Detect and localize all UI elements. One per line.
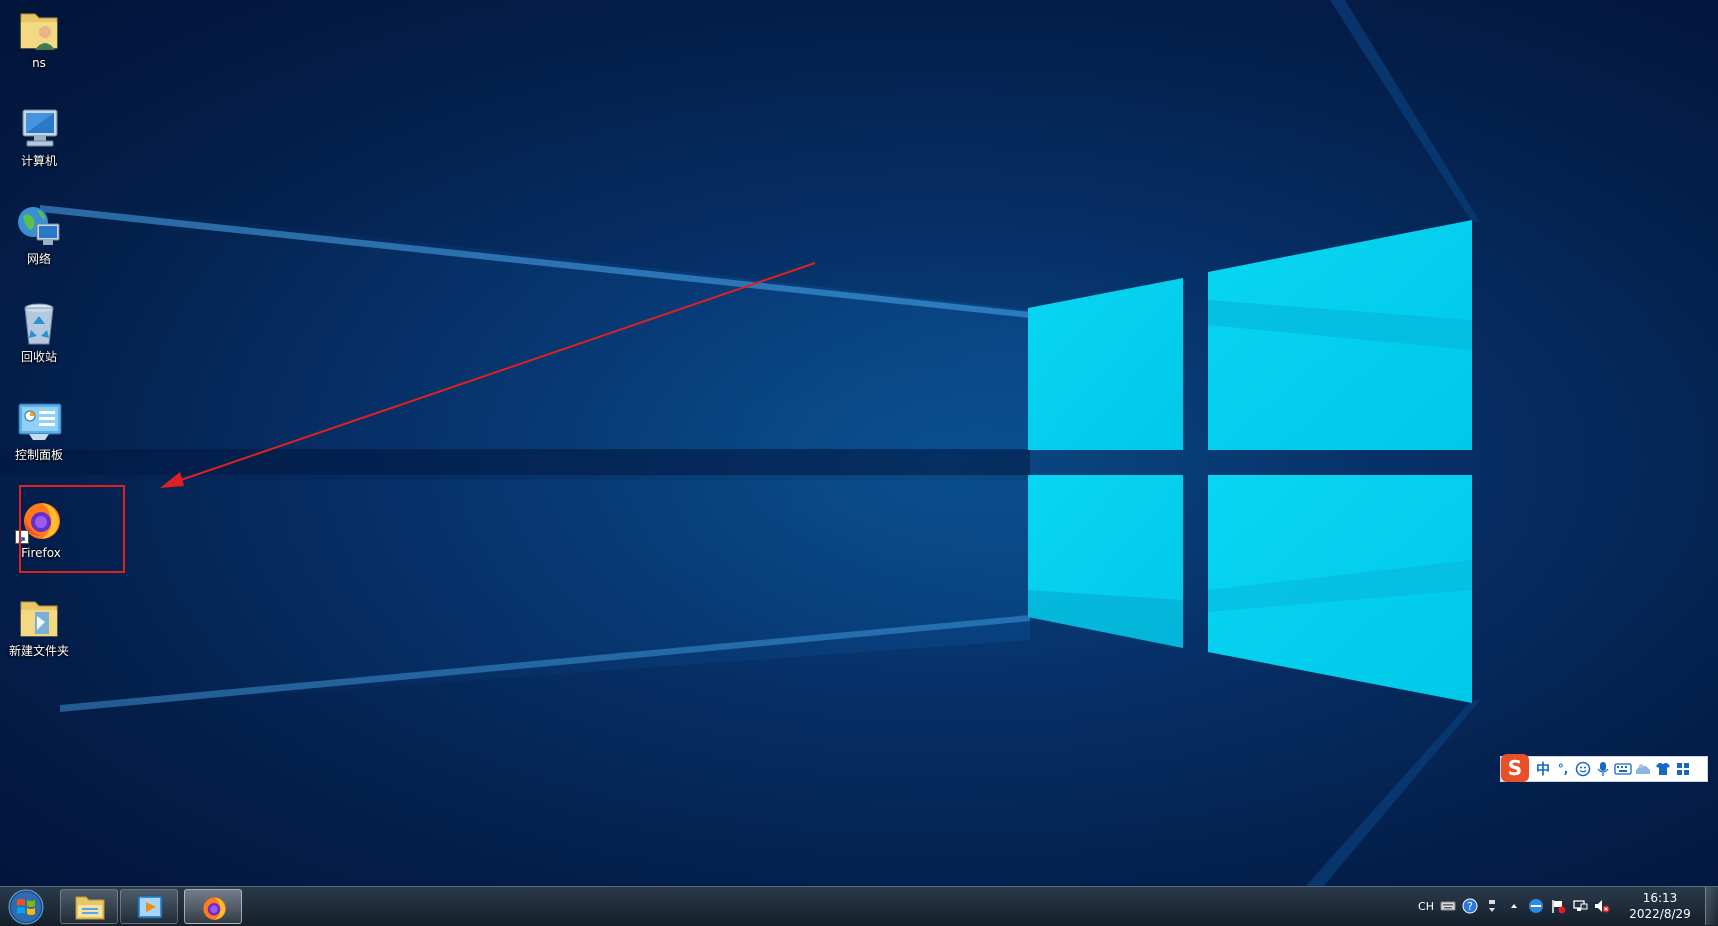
ime-mode-toggle[interactable]: 中 bbox=[1533, 757, 1553, 781]
network-status-icon[interactable] bbox=[1571, 896, 1589, 916]
firefox-icon bbox=[203, 897, 226, 920]
taskbar-explorer-button[interactable] bbox=[60, 889, 118, 924]
desktop-icon-label: 回收站 bbox=[20, 350, 57, 364]
action-center-flag-icon[interactable] bbox=[1549, 896, 1567, 916]
volume-muted-icon[interactable] bbox=[1593, 896, 1611, 916]
svg-text:?: ? bbox=[1467, 900, 1473, 913]
system-tray: CH ? 16:13 2022/8/29 bbox=[1415, 887, 1718, 925]
folder-icon bbox=[20, 601, 58, 637]
desktop-icon-control-panel[interactable]: 控制面板 bbox=[0, 398, 78, 463]
skin-icon[interactable] bbox=[1653, 757, 1673, 781]
ime-tray-options-icon[interactable] bbox=[1483, 896, 1501, 916]
computer-icon bbox=[22, 109, 58, 147]
microphone-icon[interactable] bbox=[1593, 757, 1613, 781]
recycle-bin-icon bbox=[24, 303, 54, 345]
help-icon[interactable]: ? bbox=[1461, 896, 1479, 916]
menu-grid-icon[interactable] bbox=[1673, 757, 1693, 781]
taskbar-clock[interactable]: 16:13 2022/8/29 bbox=[1619, 890, 1701, 922]
desktop-icon-new-folder[interactable]: 新建文件夹 bbox=[0, 594, 78, 659]
user-folder-icon bbox=[20, 13, 58, 50]
media-player-icon bbox=[137, 895, 163, 919]
show-hidden-icons-chevron-icon[interactable] bbox=[1505, 896, 1523, 916]
language-indicator[interactable]: CH bbox=[1417, 896, 1435, 916]
taskbar-firefox-button[interactable] bbox=[184, 889, 242, 924]
ime-tray-keyboard-icon[interactable] bbox=[1439, 896, 1457, 916]
keyboard-icon[interactable] bbox=[1613, 757, 1633, 781]
wallpaper bbox=[0, 0, 1480, 926]
clock-date: 2022/8/29 bbox=[1629, 907, 1691, 921]
shortcut-arrow-icon bbox=[15, 530, 29, 544]
desktop-icon-label: Firefox bbox=[21, 546, 61, 560]
start-button[interactable] bbox=[4, 888, 50, 925]
taskbar-media-player-button[interactable] bbox=[120, 889, 178, 924]
desktop: ns 计算机 网络 回收站 控制面板 Firefox 新建文件夹 S 中 °, … bbox=[0, 0, 1718, 926]
desktop-icon-ns[interactable]: ns bbox=[0, 6, 78, 71]
network-icon bbox=[18, 207, 60, 245]
ime-logo[interactable]: S bbox=[1501, 753, 1529, 782]
desktop-icon-firefox[interactable]: Firefox bbox=[2, 496, 80, 561]
clock-time: 16:13 bbox=[1642, 891, 1678, 905]
ime-punctuation-toggle[interactable]: °, bbox=[1553, 757, 1573, 781]
emoji-icon[interactable] bbox=[1573, 757, 1593, 781]
control-panel-icon bbox=[18, 403, 62, 440]
toolbox-icon[interactable] bbox=[1633, 757, 1653, 781]
desktop-icon-network[interactable]: 网络 bbox=[0, 202, 78, 267]
start-orb-icon bbox=[8, 889, 44, 925]
desktop-icon-label: 网络 bbox=[26, 252, 51, 266]
explorer-icon bbox=[75, 896, 105, 920]
browser-tray-icon[interactable] bbox=[1527, 896, 1545, 916]
taskbar: CH ? 16:13 2022/8/29 bbox=[0, 886, 1718, 926]
show-desktop-button[interactable] bbox=[1705, 887, 1718, 925]
desktop-icon-label: 控制面板 bbox=[14, 448, 63, 462]
desktop-icon-label: 新建文件夹 bbox=[8, 644, 69, 658]
desktop-icon-label: ns bbox=[32, 56, 46, 70]
desktop-icon-computer[interactable]: 计算机 bbox=[0, 104, 78, 169]
desktop-icon-recycle-bin[interactable]: 回收站 bbox=[0, 300, 78, 365]
desktop-icon-label: 计算机 bbox=[20, 154, 57, 168]
ime-toolbar[interactable]: S 中 °, bbox=[1500, 753, 1708, 782]
